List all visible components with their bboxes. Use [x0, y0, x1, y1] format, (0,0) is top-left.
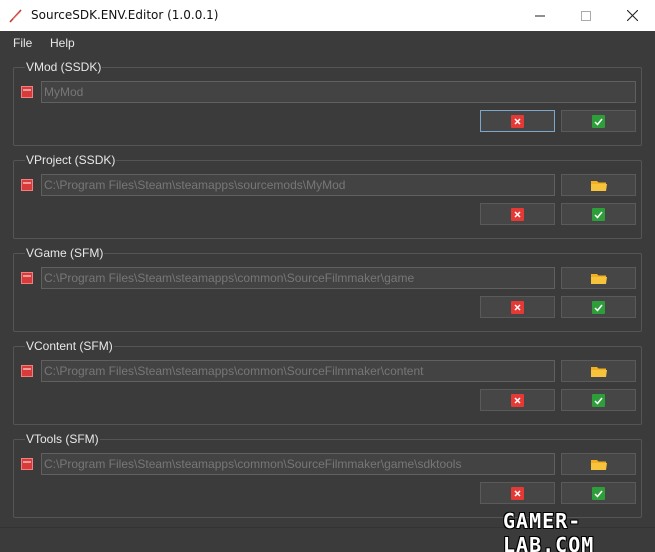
check-icon — [592, 300, 605, 314]
red-flag-icon — [21, 458, 33, 470]
group-vmod — [13, 67, 642, 146]
red-flag-icon — [21, 272, 33, 284]
x-icon — [511, 114, 524, 128]
window-title: SourceSDK.ENV.Editor (1.0.0.1) — [31, 8, 219, 22]
group-title-vgame: VGame (SFM) — [25, 246, 105, 260]
vproject-browse-button[interactable] — [561, 174, 636, 196]
check-icon — [592, 114, 605, 128]
vmod-confirm-button[interactable] — [561, 110, 636, 132]
group-vtools — [13, 439, 642, 518]
group-vproject — [13, 160, 642, 239]
red-flag-icon — [21, 365, 33, 377]
check-icon — [592, 207, 605, 221]
group-vcontent — [13, 346, 642, 425]
vgame-input[interactable]: C:\Program Files\Steam\steamapps\common\… — [41, 267, 555, 289]
watermark-text: GAMER-LAB.COM — [503, 509, 595, 552]
x-icon — [511, 300, 524, 314]
vproject-confirm-button[interactable] — [561, 203, 636, 225]
group-title-vtools: VTools (SFM) — [25, 432, 100, 446]
menu-help[interactable]: Help — [50, 36, 75, 50]
minimize-button[interactable] — [517, 0, 563, 31]
folder-icon — [590, 180, 607, 191]
folder-icon — [590, 459, 607, 470]
vcontent-browse-button[interactable] — [561, 360, 636, 382]
menu-bar: File Help — [0, 31, 655, 54]
red-flag-icon — [21, 86, 33, 98]
x-icon — [511, 393, 524, 407]
group-title-vproject: VProject (SSDK) — [25, 153, 117, 167]
vtools-cancel-button[interactable] — [480, 482, 555, 504]
vproject-cancel-button[interactable] — [480, 203, 555, 225]
vtools-input[interactable]: C:\Program Files\Steam\steamapps\common\… — [41, 453, 555, 475]
vgame-confirm-button[interactable] — [561, 296, 636, 318]
red-flag-icon — [21, 179, 33, 191]
vmod-cancel-button[interactable] — [480, 110, 555, 132]
close-window-button[interactable] — [609, 0, 655, 31]
maximize-button[interactable] — [563, 0, 609, 31]
vproject-input[interactable]: C:\Program Files\Steam\steamapps\sourcem… — [41, 174, 555, 196]
vmod-input[interactable]: MyMod — [41, 81, 636, 103]
maximize-icon — [581, 10, 591, 21]
group-title-vmod: VMod (SSDK) — [25, 60, 103, 74]
x-icon — [511, 207, 524, 221]
vgame-cancel-button[interactable] — [480, 296, 555, 318]
check-icon — [592, 486, 605, 500]
folder-icon — [590, 366, 607, 377]
vcontent-confirm-button[interactable] — [561, 389, 636, 411]
x-icon — [511, 486, 524, 500]
close-icon — [626, 10, 638, 21]
vgame-browse-button[interactable] — [561, 267, 636, 289]
vtools-confirm-button[interactable] — [561, 482, 636, 504]
vcontent-cancel-button[interactable] — [480, 389, 555, 411]
group-title-vcontent: VContent (SFM) — [25, 339, 114, 353]
feather-icon — [9, 9, 22, 23]
vcontent-input[interactable]: C:\Program Files\Steam\steamapps\common\… — [41, 360, 555, 382]
vtools-browse-button[interactable] — [561, 453, 636, 475]
minimize-icon — [535, 15, 545, 16]
group-vgame — [13, 253, 642, 332]
check-icon — [592, 393, 605, 407]
title-bar: SourceSDK.ENV.Editor (1.0.0.1) — [0, 0, 655, 31]
folder-icon — [590, 273, 607, 284]
menu-file[interactable]: File — [13, 36, 32, 50]
